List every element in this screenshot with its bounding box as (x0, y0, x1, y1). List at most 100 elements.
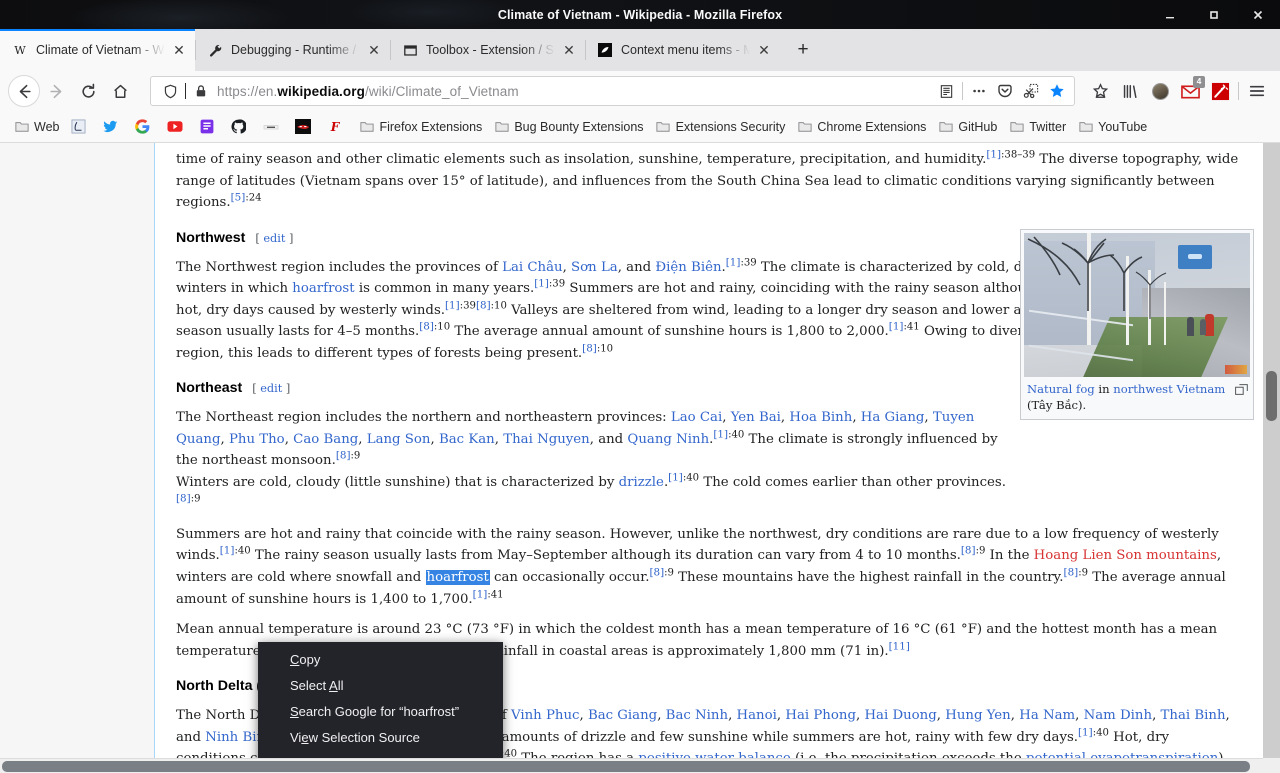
link-hung-yen[interactable]: Hung Yen (945, 708, 1011, 723)
link-lai-chau[interactable]: Lai Châu (502, 260, 562, 275)
selected-text-hoarfrost[interactable]: hoarfrost (425, 569, 490, 585)
new-tab-button[interactable]: + (786, 33, 820, 67)
reference-link[interactable]: [8] (961, 545, 976, 557)
tab-close-button[interactable]: ✕ (557, 38, 581, 62)
reference-link[interactable]: [8] (582, 342, 597, 354)
link-hai-phong[interactable]: Hai Phong (785, 708, 856, 723)
bookmark-bug-bounty-extensions-folder[interactable]: Bug Bounty Extensions (488, 115, 648, 139)
link-drizzle[interactable]: drizzle (619, 475, 664, 490)
reference-link[interactable]: [1] (220, 545, 235, 557)
reference-link[interactable]: [1] (534, 278, 549, 290)
vertical-scrollbar[interactable] (1263, 143, 1280, 758)
context-menu-item-view-selection-source[interactable]: View Selection Source (258, 724, 503, 750)
tab-debugging-runtime[interactable]: Debugging - Runtime / this-firefox ✕ (195, 29, 390, 71)
bookmark-chrome-extensions-folder[interactable]: Chrome Extensions (791, 115, 931, 139)
reference-link[interactable]: [8] (419, 321, 434, 333)
link-son-la[interactable]: Sơn La (571, 260, 618, 275)
link-hoa-binh[interactable]: Hoa Binh (789, 410, 852, 425)
tab-context-menu-items[interactable]: Context menu items - Mozilla ✕ (585, 29, 780, 71)
minimize-button[interactable] (1148, 0, 1192, 29)
link-vinh-phuc[interactable]: Vinh Phuc (511, 708, 580, 723)
link-nam-dinh[interactable]: Nam Dinh (1084, 708, 1152, 723)
link-yen-bai[interactable]: Yen Bai (731, 410, 781, 425)
tab-close-button[interactable]: ✕ (167, 38, 191, 62)
context-menu-item-search-google[interactable]: Search Google for “hoarfrost” (258, 698, 503, 724)
bookmark-star-filled-icon[interactable] (1044, 78, 1070, 104)
reference-link[interactable]: [1] (726, 256, 741, 268)
reference-link[interactable]: [1] (473, 588, 488, 600)
home-button[interactable] (104, 75, 136, 107)
context-menu[interactable]: Copy Select All Search Google for “hoarf… (258, 642, 503, 758)
page-actions-ellipsis-icon[interactable] (966, 78, 992, 104)
url-bar[interactable]: https://en.wikipedia.org/wiki/Climate_of… (150, 76, 1075, 106)
reference-link[interactable]: [5] (231, 192, 246, 204)
context-menu-item-copy[interactable]: Copy (258, 646, 503, 672)
wand-extension-icon[interactable] (1205, 76, 1235, 106)
link-positive-water-balance[interactable]: positive water balance (638, 751, 790, 758)
padlock-icon[interactable] (190, 80, 212, 102)
bookmark-linguee[interactable] (65, 115, 96, 139)
reference-link[interactable]: [1] (445, 299, 460, 311)
tracking-protection-shield-icon[interactable] (159, 80, 181, 102)
reference-link[interactable]: [8] (649, 567, 664, 579)
link-ha-nam[interactable]: Ha Nam (1019, 708, 1075, 723)
bookmark-ninja[interactable] (289, 115, 320, 139)
magnify-enlarge-icon[interactable] (1235, 383, 1248, 395)
link-hanoi[interactable]: Hanoi (737, 708, 777, 723)
tab-close-button[interactable]: ✕ (752, 38, 776, 62)
link-hoang-lien-son-mountains[interactable]: Hoang Lien Son mountains (1034, 548, 1217, 563)
tab-close-button[interactable]: ✕ (362, 38, 386, 62)
reference-link[interactable]: [1] (668, 471, 683, 483)
reference-link[interactable]: [8] (1064, 567, 1079, 579)
vertical-scrollbar-thumb[interactable] (1266, 371, 1277, 421)
link-lao-cai[interactable]: Lao Cai (671, 410, 722, 425)
url-text[interactable]: https://en.wikipedia.org/wiki/Climate_of… (212, 84, 933, 99)
bookmark-purple-doc[interactable] (193, 115, 224, 139)
reference-link[interactable]: [1] (986, 149, 1001, 161)
link-bac-kan[interactable]: Bac Kan (439, 432, 495, 447)
link-hai-duong[interactable]: Hai Duong (864, 708, 936, 723)
bookmark-extensions-security-folder[interactable]: Extensions Security (650, 115, 791, 139)
horizontal-scrollbar-thumb[interactable] (2, 761, 1250, 772)
bookmark-firefox-extensions-folder[interactable]: Firefox Extensions (353, 115, 487, 139)
link-bac-giang[interactable]: Bac Giang (588, 708, 657, 723)
reference-link[interactable]: [8] (476, 299, 491, 311)
maximize-button[interactable] (1192, 0, 1236, 29)
bookmark-twitter[interactable] (97, 115, 128, 139)
link-lang-son[interactable]: Lang Son (367, 432, 431, 447)
link-thai-binh[interactable]: Thai Binh (1161, 708, 1226, 723)
bookmark-youtube-folder[interactable]: YouTube (1072, 115, 1152, 139)
link-dien-bien[interactable]: Điện Biên (655, 260, 721, 275)
bookmark-youtube[interactable] (161, 115, 192, 139)
mail-extension-icon[interactable]: 4 (1175, 76, 1205, 106)
library-icon[interactable] (1115, 76, 1145, 106)
reference-link[interactable]: [11] (889, 640, 910, 652)
edit-link[interactable]: edit (260, 382, 282, 395)
pocket-icon[interactable] (992, 78, 1018, 104)
reload-button[interactable] (72, 75, 104, 107)
link-phu-tho[interactable]: Phu Tho (229, 432, 285, 447)
link-bac-ninh[interactable]: Bac Ninh (666, 708, 728, 723)
save-to-pocket-icon[interactable] (1085, 76, 1115, 106)
back-button[interactable] (8, 75, 40, 107)
context-menu-item-inspect-element[interactable]: Inspect Element (Q) (258, 750, 503, 759)
reference-link[interactable]: [1] (713, 428, 728, 440)
link-ha-giang[interactable]: Ha Giang (861, 410, 925, 425)
reference-link[interactable]: [1] (889, 321, 904, 333)
reader-view-icon[interactable] (933, 78, 959, 104)
edit-link[interactable]: edit (263, 232, 285, 245)
tab-climate-of-vietnam[interactable]: W Climate of Vietnam - Wikipedia ✕ (0, 29, 195, 71)
reference-link[interactable]: [8] (176, 493, 191, 505)
horizontal-scrollbar[interactable] (0, 758, 1280, 773)
link-cao-bang[interactable]: Cao Bang (293, 432, 358, 447)
close-button[interactable] (1236, 0, 1280, 29)
bookmark-twitter-folder[interactable]: Twitter (1003, 115, 1071, 139)
link-thai-nguyen[interactable]: Thai Nguyen (503, 432, 590, 447)
reference-link[interactable]: [8] (336, 450, 351, 462)
link-natural-fog[interactable]: Natural fog (1027, 382, 1095, 396)
bookmark-dash[interactable] (257, 115, 288, 139)
bookmark-red-f[interactable]: F (321, 115, 352, 139)
account-avatar-icon[interactable] (1145, 76, 1175, 106)
app-menu-hamburger-icon[interactable] (1242, 76, 1272, 106)
forward-button[interactable] (40, 75, 72, 107)
